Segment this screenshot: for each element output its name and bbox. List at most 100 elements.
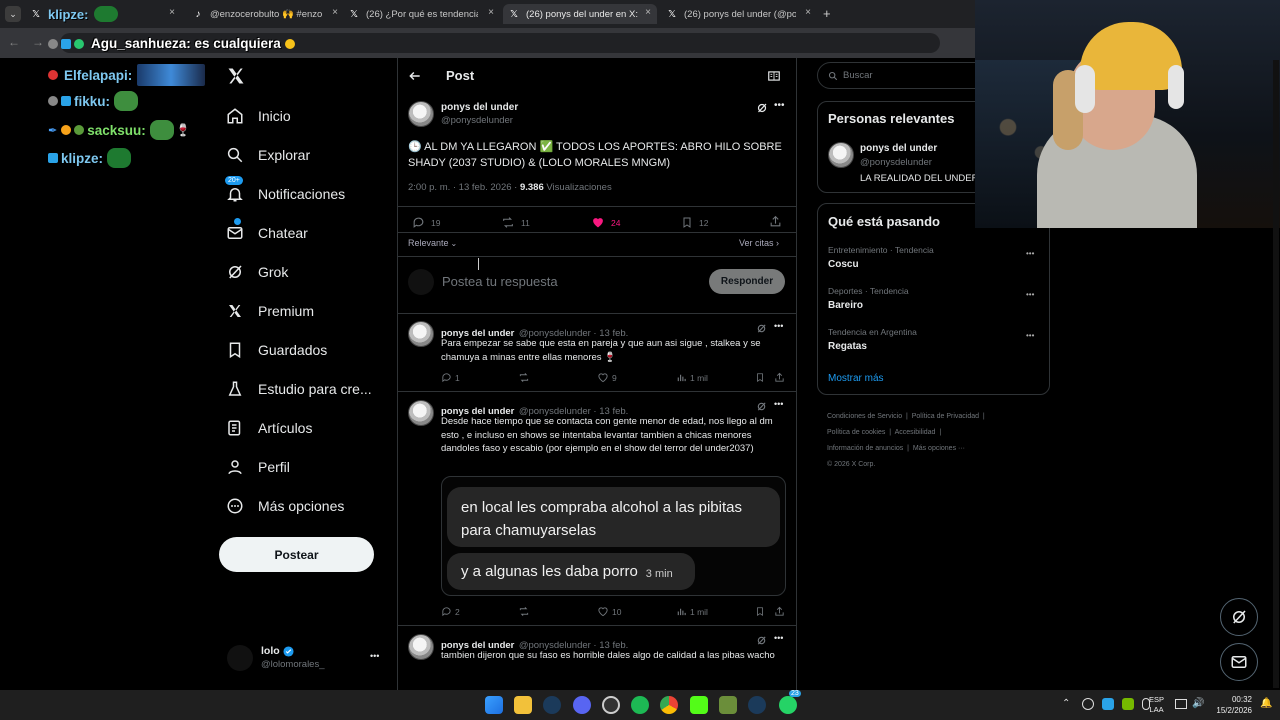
nav-item-mas-opciones[interactable]: Más opciones — [220, 496, 344, 516]
nav-item-notificaciones[interactable]: 20+ Notificaciones — [220, 176, 345, 204]
reply-action[interactable]: 19 — [412, 216, 440, 229]
author-handle[interactable]: @ponysdelunder — [441, 115, 513, 126]
x-logo-icon[interactable] — [226, 66, 246, 86]
bookmark-action[interactable] — [755, 372, 765, 383]
account-switcher[interactable]: lolo @lolomorales_ ••• — [227, 643, 397, 673]
nav-item-inicio[interactable]: Inicio — [220, 106, 291, 126]
close-icon[interactable]: × — [169, 7, 175, 18]
footer-link[interactable]: Información de anuncios — [827, 445, 903, 452]
like-action[interactable]: 9 — [597, 372, 617, 383]
reply-more-icon[interactable]: ••• — [774, 321, 783, 331]
close-icon[interactable]: × — [645, 7, 651, 18]
whatsapp-icon[interactable]: 23 — [779, 690, 801, 714]
messages-float-button[interactable] — [1220, 643, 1258, 681]
nav-item-estudio[interactable]: Estudio para cre... — [220, 379, 372, 399]
steam-icon[interactable] — [543, 696, 561, 714]
scrollbar[interactable] — [1273, 60, 1279, 688]
reply-action[interactable]: 2 — [441, 606, 460, 617]
browser-tab-active[interactable]: 𝕏 (26) ponys del under en X: " × — [503, 4, 657, 24]
close-icon[interactable]: × — [805, 7, 811, 18]
reply-more-icon[interactable]: ••• — [774, 399, 783, 409]
relevant-avatar[interactable] — [828, 142, 854, 168]
relevant-name[interactable]: ponys del under — [860, 143, 937, 154]
reply-avatar[interactable] — [408, 634, 434, 660]
reply-avatar[interactable] — [408, 400, 434, 426]
post-time[interactable]: 2:00 p. m. · 13 feb. 2026 · — [408, 182, 520, 193]
author-name[interactable]: ponys del under — [441, 102, 518, 113]
close-icon[interactable]: × — [488, 7, 494, 18]
browser-tab[interactable]: ♪ @enzocerobulto 🙌 #enzocer × — [190, 4, 340, 24]
grok-icon[interactable] — [756, 323, 767, 334]
post-more-icon[interactable]: ••• — [774, 100, 785, 111]
nav-item-articulos[interactable]: Artículos — [220, 418, 312, 438]
like-action[interactable]: 10 — [597, 606, 621, 617]
volume-icon[interactable]: 🔊 — [1192, 698, 1204, 709]
bookmark-action[interactable] — [755, 606, 765, 617]
file-explorer-icon[interactable] — [514, 696, 532, 714]
views-action[interactable]: 1 mil — [676, 606, 708, 617]
clock[interactable]: 00:32 15/2/2026 — [1212, 694, 1252, 716]
obs-icon[interactable] — [602, 696, 620, 714]
post-button[interactable]: Postear — [219, 537, 374, 572]
nav-item-chatear[interactable]: Chatear — [220, 217, 308, 243]
nav-item-grok[interactable]: Grok — [220, 262, 288, 282]
footer-link[interactable]: Accesibilidad — [895, 429, 936, 436]
repost-action[interactable] — [518, 606, 530, 617]
reply-input[interactable]: Postea tu respuesta — [442, 274, 558, 289]
grok-float-button[interactable] — [1220, 598, 1258, 636]
footer-link[interactable]: Política de Privacidad — [912, 413, 979, 420]
tab-search-button[interactable]: ⌄ — [5, 6, 21, 22]
chrome-icon[interactable] — [660, 696, 678, 714]
back-arrow-icon[interactable] — [408, 69, 422, 83]
share-action[interactable] — [774, 372, 785, 383]
attached-image[interactable]: en local les compraba alcohol a las pibi… — [441, 476, 786, 596]
browser-tab[interactable]: 𝕏 (26) ¿Por qué es tendencia? en × — [348, 4, 498, 24]
trend-more-icon[interactable]: ••• — [1026, 290, 1034, 299]
browser-tab[interactable]: 𝕏 klipze: × — [30, 4, 180, 24]
bookmark-action[interactable]: 12 — [681, 216, 708, 229]
windows-start-icon[interactable] — [485, 696, 503, 714]
footer-link[interactable]: Más opciones ··· — [913, 445, 965, 452]
views-action[interactable]: 1 mil — [676, 372, 708, 383]
repost-action[interactable]: 11 — [501, 216, 530, 229]
view-quotes-link[interactable]: Ver citas › — [739, 238, 779, 248]
account-more-icon[interactable]: ••• — [370, 651, 379, 661]
reply-button[interactable]: Responder — [709, 269, 785, 294]
nav-item-premium[interactable]: Premium — [220, 301, 314, 321]
share-action[interactable] — [774, 606, 785, 617]
footer-link[interactable]: Política de cookies — [827, 429, 885, 436]
browser-tab[interactable]: 𝕏 (26) ponys del under (@ponysd × — [663, 4, 817, 24]
search-input[interactable]: Buscar — [817, 62, 992, 89]
show-more-link[interactable]: Mostrar más — [828, 373, 884, 384]
reader-icon[interactable] — [767, 69, 781, 83]
minecraft-icon[interactable] — [719, 696, 737, 714]
nav-item-guardados[interactable]: Guardados — [220, 340, 327, 360]
notification-bell-icon[interactable]: 🔔 — [1260, 698, 1272, 709]
sort-dropdown[interactable]: Relevante ⌄ — [408, 238, 457, 248]
like-action[interactable]: 24 — [591, 216, 620, 229]
network-icon[interactable] — [1175, 699, 1187, 709]
kick-icon[interactable] — [690, 696, 708, 714]
reply-action[interactable]: 1 — [441, 372, 460, 383]
reply-more-icon[interactable]: ••• — [774, 633, 783, 643]
tray-chevron-icon[interactable]: ⌃ — [1062, 698, 1070, 709]
discord-icon[interactable] — [573, 696, 591, 714]
author-avatar[interactable] — [408, 101, 434, 127]
language-indicator[interactable]: ESP LAA — [1149, 695, 1164, 715]
grok-icon[interactable] — [756, 635, 767, 646]
steam-icon[interactable] — [748, 696, 766, 714]
nav-item-perfil[interactable]: Perfil — [220, 457, 290, 477]
trend-more-icon[interactable]: ••• — [1026, 249, 1034, 258]
nav-item-explorar[interactable]: Explorar — [220, 145, 310, 165]
new-tab-button[interactable]: + — [823, 6, 831, 21]
tray-icons[interactable] — [1082, 698, 1150, 710]
grok-icon[interactable] — [756, 401, 767, 412]
grok-icon[interactable] — [756, 102, 768, 114]
reply-avatar[interactable] — [408, 321, 434, 347]
trend-more-icon[interactable]: ••• — [1026, 331, 1034, 340]
close-icon[interactable]: × — [332, 7, 338, 18]
spotify-icon[interactable] — [631, 696, 649, 714]
share-action[interactable] — [769, 215, 782, 228]
repost-action[interactable] — [518, 372, 530, 383]
footer-link[interactable]: Condiciones de Servicio — [827, 413, 902, 420]
